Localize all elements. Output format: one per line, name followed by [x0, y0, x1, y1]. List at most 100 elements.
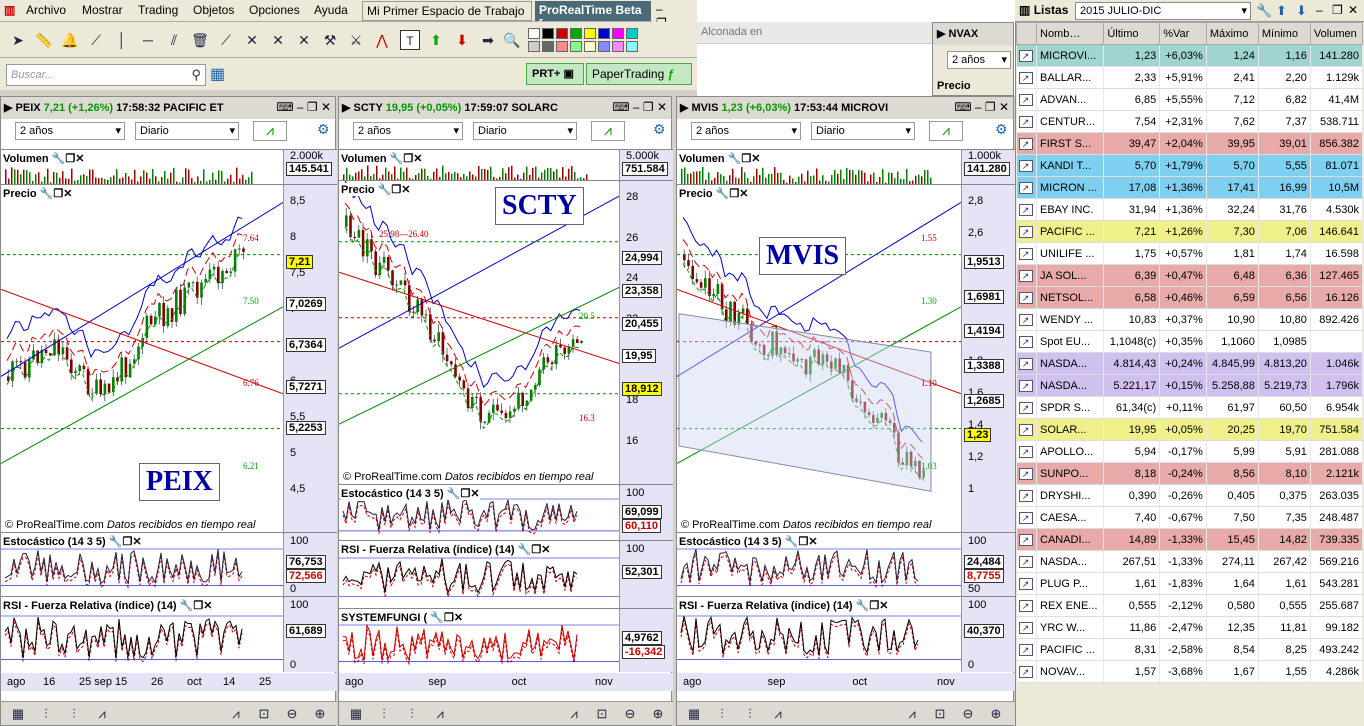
swatch-green[interactable]: [570, 28, 582, 39]
menu-ayuda[interactable]: Ayuda: [314, 3, 348, 17]
chart-thumb-icon[interactable]: ↗: [1016, 572, 1037, 595]
new-chart-icon[interactable]: ▦: [347, 706, 365, 722]
swatch-lightcyan[interactable]: [626, 41, 638, 52]
price-pane[interactable]: Precio 🔧❐✕2,82,62,42,221,81,61,41,211,95…: [677, 184, 1015, 532]
bar-type-icon[interactable]: ⫶: [403, 706, 421, 722]
settings-icon[interactable]: ⚙: [995, 121, 1008, 138]
line-type-icon[interactable]: ⩘: [769, 706, 787, 722]
bar-type-icon[interactable]: ⫶: [741, 706, 759, 722]
rsi-pane[interactable]: RSI - Fuerza Relativa (índice) (14) 🔧❐✕ 1…: [339, 540, 673, 608]
list-row[interactable]: ↗ SOLAR... 19,95 +0,05% 20,25 19,70 751.584: [1016, 418, 1364, 441]
zoom-icon[interactable]: 🔍: [502, 30, 522, 50]
interval-select[interactable]: Diario: [135, 122, 239, 140]
swatch-lightyellow[interactable]: [584, 41, 596, 52]
swatch-lightgreen[interactable]: [570, 41, 582, 52]
rsi-pane[interactable]: RSI - Fuerza Relativa (índice) (14) 🔧❐✕ 1…: [677, 596, 1015, 672]
price-pane[interactable]: Precio 🔧❐✕8,587,576,565,554,57,217,02696…: [1, 184, 337, 532]
col-last[interactable]: Último: [1103, 22, 1161, 45]
zoom-in-icon[interactable]: ⊕: [987, 706, 1005, 722]
period-select[interactable]: 2 años: [353, 122, 463, 140]
chart-panel-scty[interactable]: ▶ SCTY 19,95 (+0,05%) 17:59:07 SOLARC ⌨ –…: [338, 96, 673, 726]
indicators-icon[interactable]: ⩘: [253, 121, 287, 141]
chart-thumb-icon[interactable]: ↗: [1016, 396, 1037, 419]
chart-thumb-icon[interactable]: ↗: [1016, 418, 1037, 441]
menu-opciones[interactable]: Opciones: [249, 3, 300, 17]
col-name[interactable]: Nomb…: [1035, 22, 1105, 45]
new-chart-icon[interactable]: ▦: [9, 706, 27, 722]
list-row[interactable]: ↗ CAESA... 7,40 -0,67% 7,50 7,35 248.487: [1016, 506, 1364, 529]
prt-plus-button[interactable]: PRT+ ▣: [526, 63, 584, 85]
arc-icon[interactable]: ✕: [268, 30, 288, 50]
trash-icon[interactable]: 🗑: [190, 30, 210, 50]
col-var[interactable]: %Var: [1159, 22, 1207, 45]
list-select[interactable]: 2015 JULIO-DIC: [1075, 2, 1251, 20]
menu-mostrar[interactable]: Mostrar: [82, 3, 123, 17]
zoom-in-icon[interactable]: ⊕: [649, 706, 667, 722]
period-select[interactable]: 2 años: [15, 122, 125, 140]
interval-select[interactable]: Diario: [811, 122, 915, 140]
list-row[interactable]: ↗ PACIFIC ... 8,31 -2,58% 8,54 8,25 493.242: [1016, 638, 1364, 661]
panel-window-controls[interactable]: ⌨ – ❐ ✕: [612, 100, 667, 114]
chart-thumb-icon[interactable]: ↗: [1016, 110, 1037, 133]
minimize-icon[interactable]: –: [1316, 3, 1323, 17]
volume-pane[interactable]: Volumen 🔧❐✕ 1.000k 141.280: [677, 149, 1015, 185]
trendline-icon[interactable]: ⟋: [86, 30, 106, 50]
add-indicator-icon[interactable]: ⩘: [227, 706, 245, 722]
list-row[interactable]: ↗ MICRON ... 17,08 +1,36% 17,41 16,99 10,5M: [1016, 176, 1364, 199]
zoom-out-icon[interactable]: ⊖: [959, 706, 977, 722]
wrench-icon[interactable]: 🔧: [1256, 3, 1272, 19]
ruler-icon[interactable]: 📏: [34, 30, 54, 50]
chart-thumb-icon[interactable]: ↗: [1016, 308, 1037, 331]
app-icon[interactable]: ▥: [4, 3, 15, 17]
list-row[interactable]: ↗ NASDA... 5.221,17 +0,15% 5.258,88 5.219,73 1…: [1016, 374, 1364, 397]
gann-icon[interactable]: ✕: [294, 30, 314, 50]
prt-beta-tab[interactable]: ProRealTime Beta [: [535, 1, 651, 31]
list-row[interactable]: ↗ CANADI... 14,89 -1,33% 15,45 14,82 739.335: [1016, 528, 1364, 551]
chart-thumb-icon[interactable]: ↗: [1016, 462, 1037, 485]
add-indicator-icon[interactable]: ⩘: [565, 706, 583, 722]
chart-thumb-icon[interactable]: ↗: [1016, 198, 1037, 221]
list-row[interactable]: ↗ Spot EU... 1,1048(c) +0,35% 1,1060 1,0985: [1016, 330, 1364, 353]
candle-type-icon[interactable]: ⫶: [37, 706, 55, 722]
list-row[interactable]: ↗ DRYSHI... 0,390 -0,26% 0,405 0,375 263.035: [1016, 484, 1364, 507]
period-select[interactable]: 2 años: [691, 122, 801, 140]
list-row[interactable]: ↗ JA SOL... 6,39 +0,47% 6,48 6,36 127.465: [1016, 264, 1364, 287]
swatch-black[interactable]: [542, 28, 554, 39]
interval-select[interactable]: Diario: [473, 122, 577, 140]
list-row[interactable]: ↗ NETSOL... 6,58 +0,46% 6,59 6,56 16.126: [1016, 286, 1364, 309]
stochastic-pane[interactable]: Estocástico (14 3 5) 🔧❐✕ 100 0 76,753 72,566: [1, 532, 337, 596]
volume-pane[interactable]: Volumen 🔧❐✕ 5.000k 751.584: [339, 149, 673, 181]
pitchfork-icon[interactable]: ⚔: [346, 30, 366, 50]
indicators-icon[interactable]: ⩘: [591, 121, 625, 141]
fan-icon[interactable]: ⟋: [216, 30, 236, 50]
stochastic-pane[interactable]: Estocástico (14 3 5) 🔧❐✕ 100 50 24,484 8,775…: [677, 532, 1015, 596]
col-min[interactable]: Mínimo: [1257, 22, 1311, 45]
list-row[interactable]: ↗ YRC W... 11,86 -2,47% 12,35 11,81 99.182: [1016, 616, 1364, 639]
line-type-icon[interactable]: ⩘: [431, 706, 449, 722]
add-indicator-icon[interactable]: ⩘: [903, 706, 921, 722]
chart-thumb-icon[interactable]: ↗: [1016, 440, 1037, 463]
list-row[interactable]: ↗ PLUG P... 1,61 -1,83% 1,64 1,61 543.281: [1016, 572, 1364, 595]
zoom-out-icon[interactable]: ⊖: [283, 706, 301, 722]
zoom-out-icon[interactable]: ⊖: [621, 706, 639, 722]
chart-thumb-icon[interactable]: ↗: [1016, 242, 1037, 265]
move-up-icon[interactable]: ⬆: [1276, 3, 1287, 19]
list-row[interactable]: ↗ NASDA... 4.814,43 +0,24% 4.845,99 4.813,20 1…: [1016, 352, 1364, 375]
menu-trading[interactable]: Trading: [138, 3, 178, 17]
list-row[interactable]: ↗ NOVAV... 1,57 -3,68% 1,67 1,55 4.286k: [1016, 660, 1364, 683]
zoom-fit-icon[interactable]: ⊡: [255, 706, 273, 722]
swatch-cyan[interactable]: [626, 28, 638, 39]
chart-thumb-icon[interactable]: ↗: [1016, 132, 1037, 155]
search-input[interactable]: Buscar... ⚲: [6, 64, 206, 86]
chart-thumb-icon[interactable]: ↗: [1016, 330, 1037, 353]
settings-icon[interactable]: ⚙: [317, 121, 330, 138]
zigzag-icon[interactable]: ⋀: [372, 30, 392, 50]
list-row[interactable]: ↗ EBAY INC. 31,94 +1,36% 32,24 31,76 4.530k: [1016, 198, 1364, 221]
list-row[interactable]: ↗ MICROVI... 1,23 +6,03% 1,24 1,16 141.280: [1016, 44, 1364, 67]
move-down-icon[interactable]: ⬇: [1296, 3, 1307, 19]
list-row[interactable]: ↗ ADVAN... 6,85 +5,55% 7,12 6,82 41,4M: [1016, 88, 1364, 111]
list-row[interactable]: ↗ PACIFIC ... 7,21 +1,26% 7,30 7,06 146.641: [1016, 220, 1364, 243]
search-icon[interactable]: ⚲: [191, 67, 201, 83]
swatch-darkgray[interactable]: [542, 41, 554, 52]
horizontal-line-icon[interactable]: ─: [138, 30, 158, 50]
